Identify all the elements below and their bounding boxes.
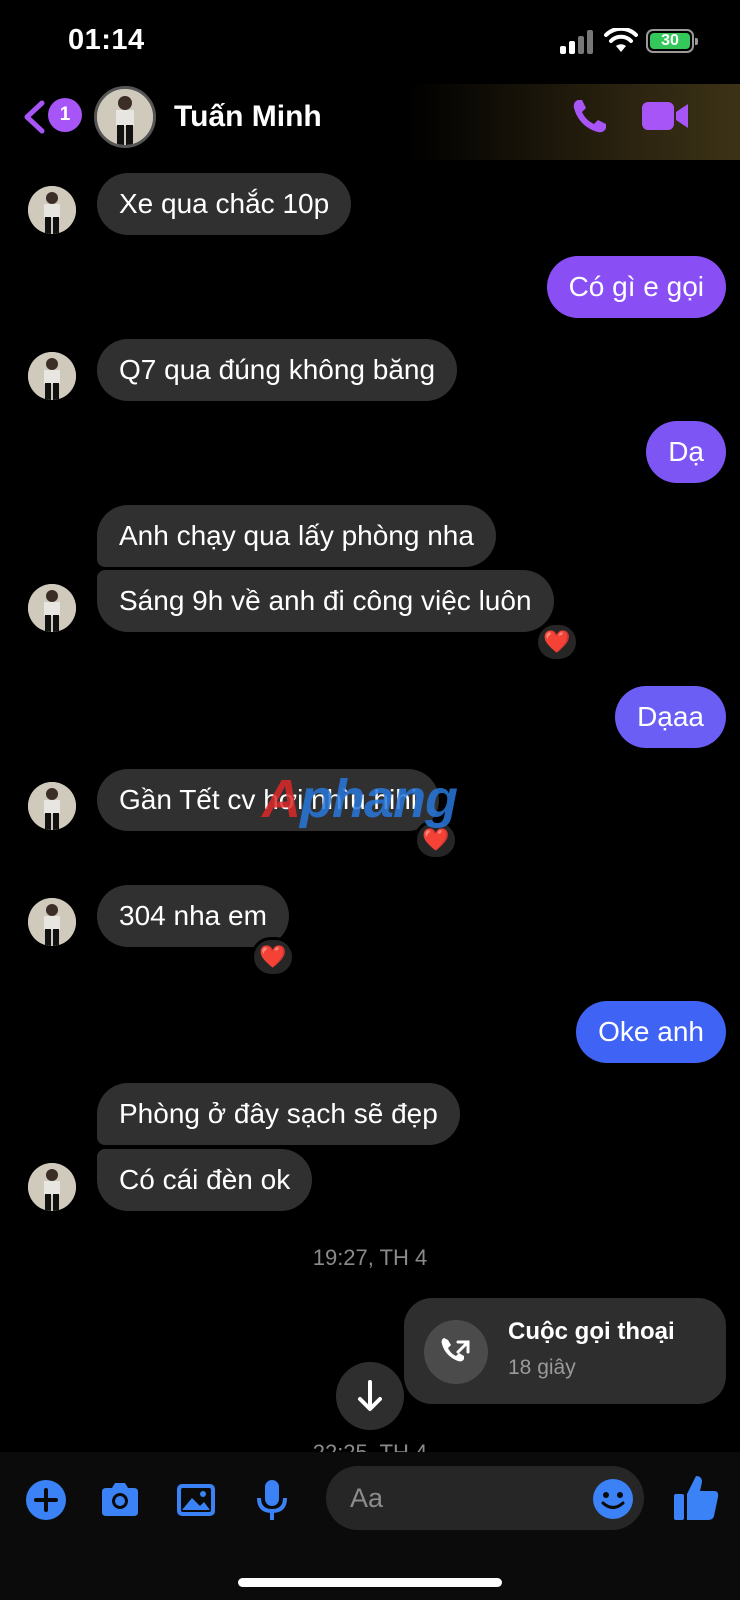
person-photo: [97, 89, 153, 145]
outgoing-call-icon: [441, 1338, 470, 1362]
status-bar: 01:14 30: [0, 0, 740, 84]
person-photo: [28, 352, 76, 400]
voice-call-icon[interactable]: [570, 96, 610, 136]
person-photo: [28, 1163, 76, 1211]
cellular-signal-icon: [560, 30, 596, 54]
message-bubble-incoming[interactable]: 304 nha em: [97, 885, 289, 947]
status-time: 01:14: [68, 24, 145, 56]
arrow-down-icon: [358, 1380, 382, 1411]
camera-icon[interactable]: [98, 1478, 142, 1522]
plus-icon[interactable]: [24, 1478, 68, 1522]
thumbs-up-icon[interactable]: [672, 1472, 720, 1522]
unread-count-badge: 1: [48, 98, 82, 132]
watermark-logo: Aphang: [262, 769, 458, 829]
wifi-icon: [604, 28, 638, 52]
call-duration: 18 giây: [508, 1356, 576, 1379]
heart-reaction[interactable]: ❤️: [251, 937, 295, 977]
message-bubble-outgoing[interactable]: Dạ: [646, 421, 726, 483]
scroll-to-bottom-button[interactable]: [336, 1362, 404, 1430]
message-timestamp: 19:27, TH 4: [312, 1245, 428, 1270]
microphone-icon[interactable]: [250, 1478, 294, 1522]
sender-avatar[interactable]: [28, 352, 76, 400]
message-bubble-incoming[interactable]: Sáng 9h về anh đi công việc luôn: [97, 570, 554, 632]
contact-name[interactable]: Tuấn Minh: [174, 100, 322, 134]
sender-avatar[interactable]: [28, 782, 76, 830]
video-call-icon[interactable]: [642, 98, 690, 134]
emoji-icon[interactable]: [592, 1478, 634, 1520]
message-bubble-outgoing[interactable]: Oke anh: [576, 1001, 726, 1063]
person-photo: [28, 186, 76, 234]
message-bubble-outgoing[interactable]: Dạaa: [615, 686, 726, 748]
battery-level: 30: [650, 33, 690, 49]
sender-avatar[interactable]: [28, 186, 76, 234]
chevron-left-icon: [24, 100, 45, 134]
person-photo: [28, 898, 76, 946]
message-bubble-incoming[interactable]: Có cái đèn ok: [97, 1149, 313, 1211]
heart-reaction[interactable]: ❤️: [535, 622, 579, 662]
back-button[interactable]: 1: [22, 98, 82, 134]
battery-icon: 30: [646, 29, 698, 53]
sender-avatar[interactable]: [28, 1163, 76, 1211]
gallery-icon[interactable]: [174, 1478, 218, 1522]
call-card-title: Cuộc gọi thoại: [508, 1318, 675, 1345]
message-bubble-outgoing[interactable]: Có gì e gọi: [546, 256, 726, 318]
message-bubble-incoming[interactable]: Xe qua chắc 10p: [97, 173, 352, 235]
person-photo: [28, 782, 76, 830]
sender-avatar[interactable]: [28, 584, 76, 632]
person-photo: [28, 584, 76, 632]
home-indicator: [238, 1578, 502, 1587]
voice-call-card[interactable]: Cuộc gọi thoại 18 giây: [404, 1298, 726, 1404]
sender-avatar[interactable]: [28, 898, 76, 946]
chat-header: 1 Tuấn Minh: [0, 84, 740, 160]
message-bubble-incoming[interactable]: Q7 qua đúng không băng: [97, 339, 458, 401]
call-card-icon-bg: [424, 1320, 488, 1384]
message-composer: [0, 1452, 740, 1600]
contact-avatar[interactable]: [94, 86, 156, 148]
message-bubble-incoming[interactable]: Anh chạy qua lấy phòng nha: [97, 505, 496, 567]
message-bubble-incoming[interactable]: Phòng ở đây sạch sẽ đẹp: [97, 1083, 460, 1145]
